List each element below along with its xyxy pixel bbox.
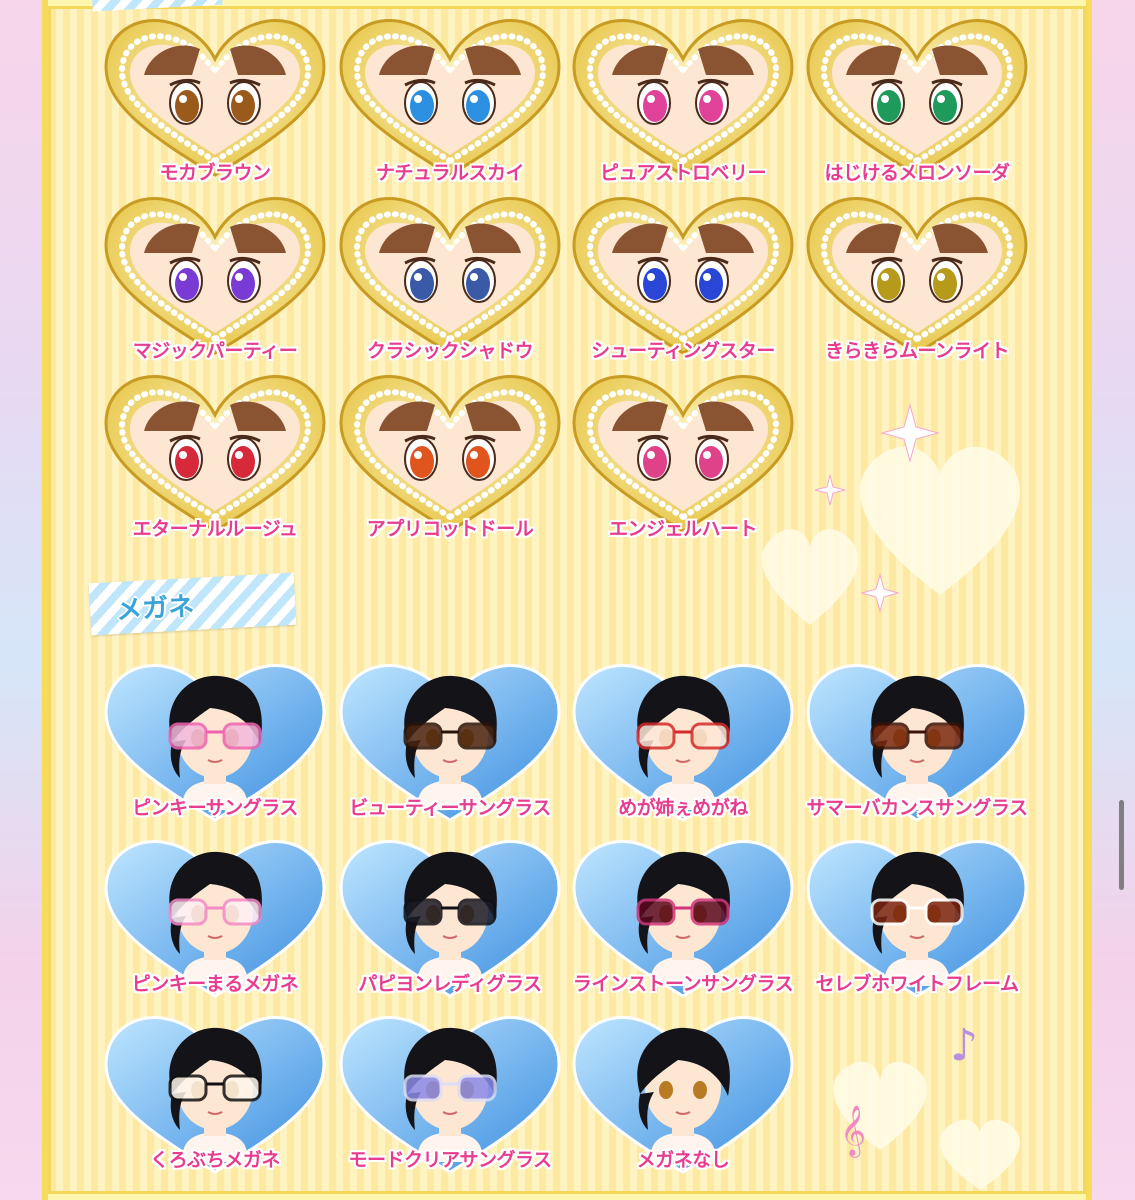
eye-portrait: [104, 196, 326, 355]
glasses-label: ビューティーサングラス: [349, 797, 551, 819]
panel-border-left: [42, 0, 48, 1200]
glasses-label: めが姉ぇめがね: [618, 797, 748, 819]
treble-clef-icon: 𝄞: [840, 1105, 867, 1156]
eye-color-option[interactable]: ナチュラルスカイ: [335, 15, 565, 195]
glasses-label: ピンキーサングラス: [132, 797, 298, 819]
eye-color-option[interactable]: シューティングスター: [568, 193, 798, 373]
glasses-option[interactable]: ビューティーサングラス: [335, 660, 565, 840]
eye-color-option[interactable]: アプリコットドール: [335, 371, 565, 551]
eye-color-label: エンジェルハート: [608, 518, 758, 540]
eye-portrait: [104, 374, 326, 533]
glasses-option[interactable]: モードクリアサングラス: [335, 1012, 565, 1192]
eye-color-label: ナチュラルスカイ: [375, 162, 525, 184]
glasses-option[interactable]: ラインストーンサングラス: [568, 836, 798, 1016]
eye-color-label: マジックパーティー: [132, 340, 298, 362]
eye-portrait: [339, 18, 561, 177]
eye-color-option[interactable]: きらきらムーンライト: [802, 193, 1032, 373]
eye-color-label: モカブラウン: [159, 162, 271, 184]
eye-color-option[interactable]: クラシックシャドウ: [335, 193, 565, 373]
eye-color-label: アプリコットドール: [366, 518, 534, 540]
eye-color-option[interactable]: エターナルルージュ: [100, 371, 330, 551]
eye-color-label: クラシックシャドウ: [366, 340, 534, 362]
eye-portrait: [339, 374, 561, 533]
glasses-label: ラインストーンサングラス: [572, 973, 794, 995]
eye-color-label: エターナルルージュ: [132, 518, 298, 540]
glasses-label: ピンキーまるメガネ: [131, 973, 299, 995]
eye-color-option[interactable]: エンジェルハート: [568, 371, 798, 551]
panel-border-right: [1086, 0, 1092, 1200]
eye-color-option[interactable]: はじけるメロンソーダ: [802, 15, 1032, 195]
eye-color-option[interactable]: ピュアストロベリー: [568, 15, 798, 195]
eye-portrait: [572, 374, 794, 533]
glasses-option[interactable]: ピンキーサングラス: [100, 660, 330, 840]
eye-portrait: [572, 18, 794, 177]
glasses-option[interactable]: メガネなし: [568, 1012, 798, 1192]
eye-portrait: [104, 18, 326, 177]
eye-portrait: [339, 196, 561, 355]
glasses-section-tag: メガネ: [88, 572, 297, 636]
glasses-option[interactable]: ピンキーまるメガネ: [100, 836, 330, 1016]
glasses-option[interactable]: めが姉ぇめがね: [568, 660, 798, 840]
glasses-option[interactable]: パピヨンレディグラス: [335, 836, 565, 1016]
eye-color-label: きらきらムーンライト: [824, 340, 1010, 362]
glasses-option[interactable]: セレブホワイトフレーム: [802, 836, 1032, 1016]
glasses-label: モードクリアサングラス: [348, 1149, 552, 1171]
eye-portrait: [806, 18, 1028, 177]
glasses-option[interactable]: サマーバカンスサングラス: [802, 660, 1032, 840]
glasses-label: セレブホワイトフレーム: [815, 973, 1019, 995]
scrollbar[interactable]: [1119, 800, 1124, 890]
eye-color-label: シューティングスター: [591, 340, 775, 362]
glasses-label: パピヨンレディグラス: [358, 973, 542, 995]
glasses-option[interactable]: くろぶちメガネ: [100, 1012, 330, 1192]
eye-color-option[interactable]: マジックパーティー: [100, 193, 330, 373]
eye-color-label: ピュアストロベリー: [599, 162, 767, 184]
eye-color-label: はじけるメロンソーダ: [824, 162, 1010, 184]
section-heading: メガネ: [115, 591, 195, 626]
glasses-label: くろぶちメガネ: [150, 1149, 280, 1171]
glasses-label: サマーバカンスサングラス: [806, 797, 1028, 819]
glasses-label: メガネなし: [636, 1149, 730, 1171]
eye-portrait: [806, 196, 1028, 355]
eye-color-option[interactable]: モカブラウン: [100, 15, 330, 195]
eye-portrait: [572, 196, 794, 355]
music-note-icon: ♪: [950, 1020, 979, 1071]
